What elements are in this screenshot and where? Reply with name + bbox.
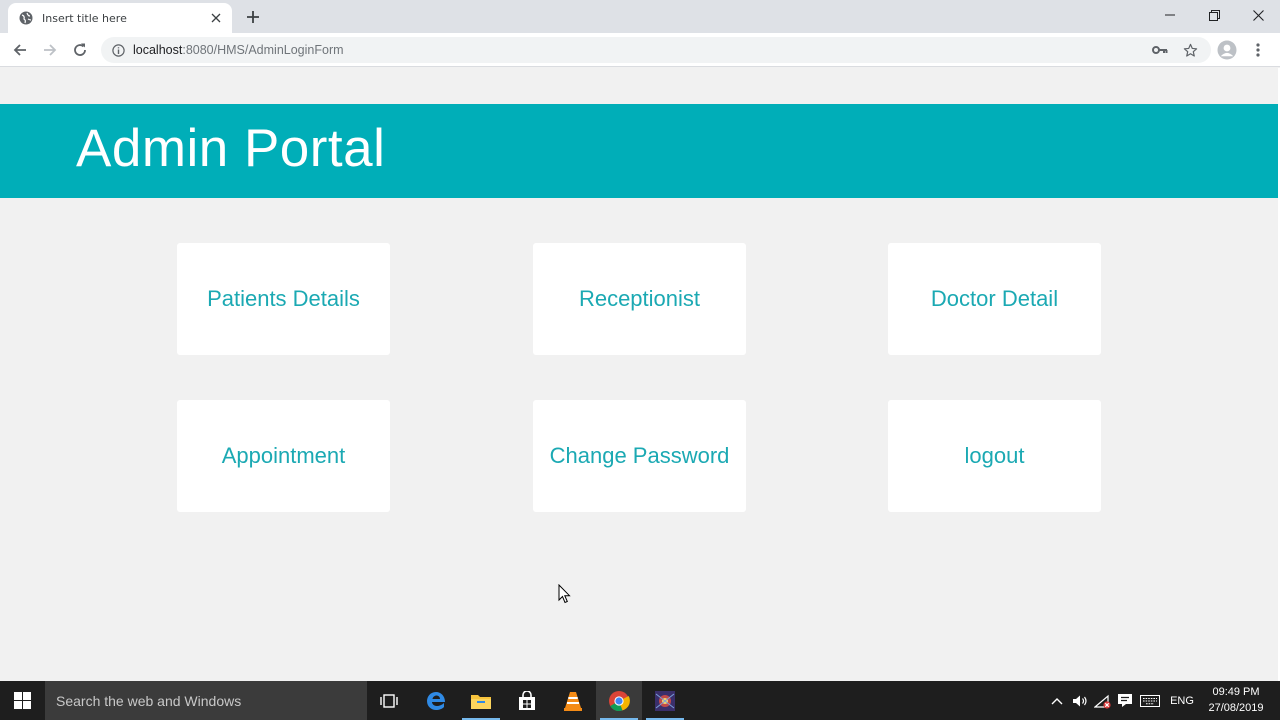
store-icon[interactable]	[504, 681, 550, 720]
vlc-icon[interactable]	[550, 681, 596, 720]
back-icon[interactable]	[8, 38, 32, 62]
tab-close-icon[interactable]	[208, 10, 224, 26]
doctor-detail-tile[interactable]: Doctor Detail	[888, 243, 1101, 355]
taskbar-clock[interactable]: 09:49 PM 27/08/2019	[1200, 684, 1272, 716]
tile-label: logout	[964, 443, 1025, 468]
browser-tabstrip: Insert title here	[0, 0, 1280, 33]
volume-icon[interactable]	[1069, 681, 1091, 720]
info-icon[interactable]	[111, 43, 125, 57]
tile-label: Appointment	[221, 443, 346, 468]
url-host: localhost	[133, 43, 183, 57]
forward-icon[interactable]	[38, 38, 62, 62]
browser-menu-icon[interactable]	[1246, 38, 1270, 62]
network-icon[interactable]	[1092, 681, 1114, 720]
language-text: ENG	[1170, 694, 1194, 707]
receptionist-tile[interactable]: Receptionist	[533, 243, 746, 355]
key-icon[interactable]	[1151, 41, 1169, 59]
browser-tab[interactable]: Insert title here	[8, 3, 232, 33]
tile-label: Receptionist	[578, 286, 701, 311]
taskbar-search-placeholder: Search the web and Windows	[56, 692, 242, 709]
tile-label: Patients Details	[207, 286, 360, 311]
browser-toolbar: localhost:8080/HMS/AdminLoginForm	[0, 33, 1280, 67]
bookmark-star-icon[interactable]	[1181, 41, 1199, 59]
header-banner: Admin Portal	[0, 104, 1278, 198]
mouse-cursor-icon	[558, 584, 571, 604]
windows-start-icon[interactable]	[0, 681, 44, 720]
url-text[interactable]: localhost:8080/HMS/AdminLoginForm	[133, 43, 344, 57]
taskbar-search-box[interactable]: Search the web and Windows	[45, 681, 367, 720]
url-path: :8080/HMS/AdminLoginForm	[182, 43, 344, 57]
window-close-icon[interactable]	[1236, 0, 1280, 30]
notifications-icon[interactable]	[1114, 681, 1136, 720]
address-bar[interactable]: localhost:8080/HMS/AdminLoginForm	[101, 37, 1211, 63]
page-title: Admin Portal	[76, 119, 386, 178]
page-content: Admin Portal Patients Details Receptioni…	[0, 68, 1278, 681]
new-tab-icon[interactable]	[242, 6, 264, 28]
patients-details-tile[interactable]: Patients Details	[177, 243, 390, 355]
chrome-icon[interactable]	[596, 681, 642, 720]
logout-tile[interactable]: logout	[888, 400, 1101, 512]
appointment-tile[interactable]: Appointment	[177, 400, 390, 512]
tab-title: Insert title here	[42, 11, 127, 25]
windows-taskbar: Search the web and Windows ENG 09:49 PM …	[0, 681, 1280, 720]
minimize-icon[interactable]	[1148, 0, 1192, 30]
reload-icon[interactable]	[68, 38, 92, 62]
tile-label: Doctor Detail	[930, 286, 1059, 311]
restore-icon[interactable]	[1192, 0, 1236, 30]
globe-icon	[18, 10, 34, 26]
app-icon[interactable]	[642, 681, 688, 720]
task-view-icon[interactable]	[366, 681, 412, 720]
change-password-tile[interactable]: Change Password	[533, 400, 746, 512]
file-explorer-icon[interactable]	[458, 681, 504, 720]
edge-icon[interactable]	[413, 681, 459, 720]
clock-time: 09:49 PM	[1212, 686, 1260, 698]
profile-avatar-icon[interactable]	[1215, 38, 1239, 62]
tray-chevron-icon[interactable]	[1047, 681, 1067, 720]
keyboard-icon[interactable]	[1138, 681, 1162, 720]
clock-date: 27/08/2019	[1208, 702, 1264, 714]
language-indicator[interactable]: ENG	[1166, 681, 1198, 720]
tile-label: Change Password	[549, 443, 730, 468]
